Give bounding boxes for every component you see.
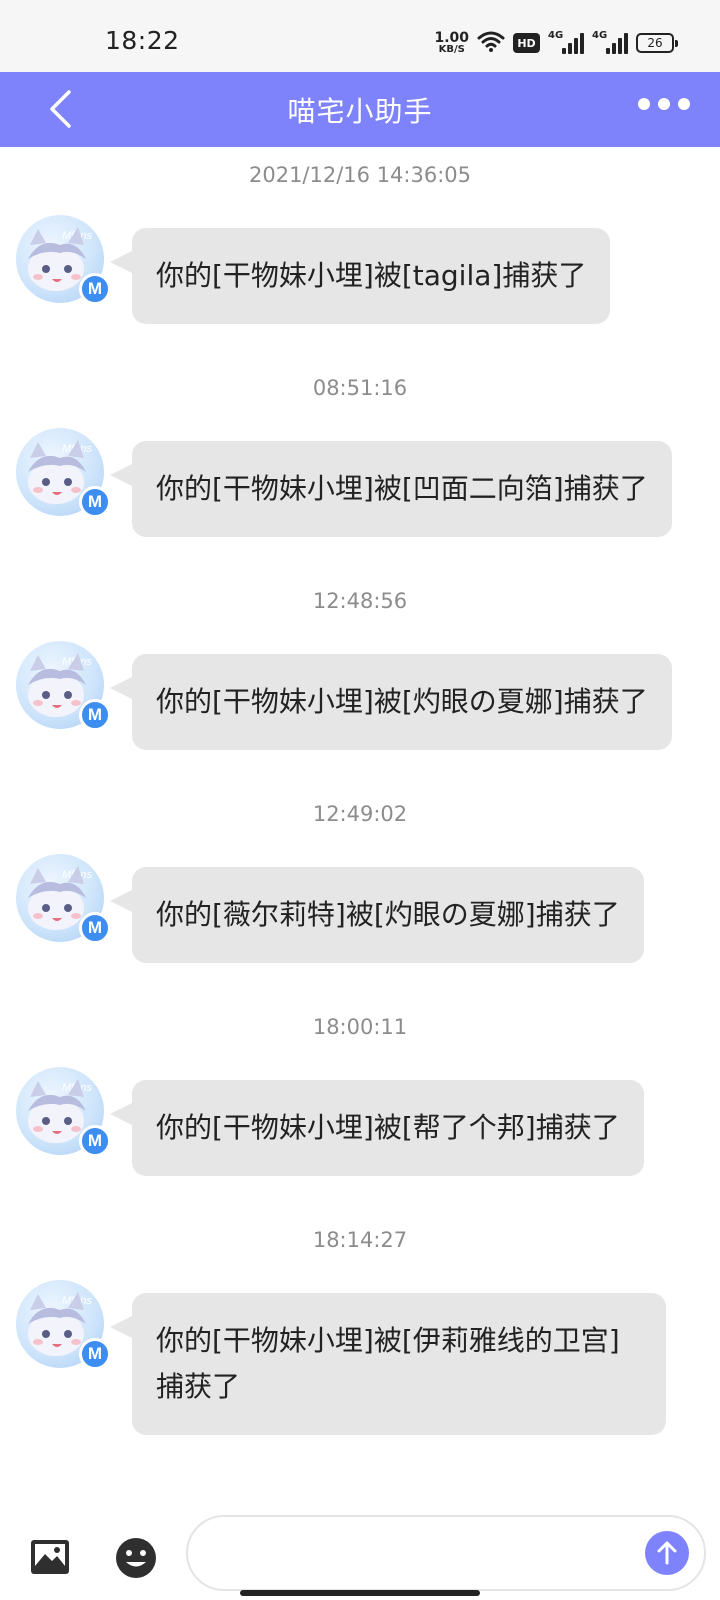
emoji-icon	[116, 1538, 156, 1578]
emoji-button[interactable]	[115, 1537, 157, 1579]
avatar[interactable]: Mfuns M	[16, 1280, 111, 1370]
hd-icon: HD	[513, 33, 540, 53]
message-row: Mfuns M 你的[干物妹小埋]被[灼眼の夏娜]捕获了	[16, 641, 720, 751]
m-badge: M	[79, 1125, 111, 1157]
message-bubble[interactable]: 你的[干物妹小埋]被[凹面二向箔]捕获了	[110, 441, 672, 537]
avatar[interactable]: Mfuns M	[16, 428, 111, 518]
avatar[interactable]: Mfuns M	[16, 1067, 111, 1157]
m-badge: M	[79, 912, 111, 944]
chat-header: 喵宅小助手	[0, 72, 720, 147]
message-timestamp: 12:49:02	[312, 802, 408, 826]
message-row: Mfuns M 你的[干物妹小埋]被[伊莉雅线的卫宫]捕获了	[16, 1280, 720, 1440]
signal-icon: 4G	[548, 30, 584, 54]
home-indicator[interactable]	[240, 1590, 480, 1596]
status-bar: 18:22 1.00 KB/S HD 4G 4G 26	[0, 0, 720, 72]
net-speed: 1.00 KB/S	[434, 31, 469, 55]
signal-label: 4G	[592, 30, 608, 41]
input-bar	[0, 1515, 720, 1600]
m-badge: M	[79, 1338, 111, 1370]
wifi-icon	[477, 30, 505, 56]
m-badge: M	[79, 273, 111, 305]
m-badge: M	[79, 699, 111, 731]
battery-icon: 26	[636, 33, 678, 53]
signal-icon: 4G	[592, 30, 628, 54]
message-bubble[interactable]: 你的[干物妹小埋]被[伊莉雅线的卫宫]捕获了	[110, 1293, 666, 1435]
image-button[interactable]	[30, 1539, 70, 1579]
signal-label: 4G	[548, 30, 564, 41]
page-title: 喵宅小助手	[287, 95, 433, 128]
status-time: 18:22	[105, 26, 180, 55]
message-row: Mfuns M 你的[薇尔莉特]被[灼眼の夏娜]捕获了	[16, 854, 720, 964]
arrow-up-icon	[657, 1541, 677, 1565]
status-icons: 1.00 KB/S HD 4G 4G 26	[434, 26, 678, 60]
message-input[interactable]	[186, 1515, 706, 1591]
avatar[interactable]: Mfuns M	[16, 215, 111, 305]
message-timestamp: 08:51:16	[312, 376, 408, 400]
message-row: Mfuns M 你的[干物妹小埋]被[帮了个邦]捕获了	[16, 1067, 720, 1177]
message-bubble[interactable]: 你的[干物妹小埋]被[tagila]捕获了	[109, 228, 611, 324]
avatar[interactable]: Mfuns M	[16, 854, 111, 944]
more-options-button[interactable]	[638, 98, 690, 110]
image-icon	[31, 1540, 69, 1574]
send-button[interactable]	[645, 1531, 689, 1575]
message-timestamp: 12:48:56	[312, 589, 408, 613]
message-row: Mfuns M 你的[干物妹小埋]被[凹面二向箔]捕获了	[16, 428, 720, 538]
message-row: Mfuns M 你的[干物妹小埋]被[tagila]捕获了	[16, 215, 720, 325]
more-dots-icon	[638, 98, 650, 110]
message-timestamp: 2021/12/16 14:36:05	[248, 163, 472, 187]
message-timestamp: 18:14:27	[312, 1228, 408, 1252]
message-list[interactable]: 2021/12/16 14:36:05 Mfuns M 你的[干物妹小埋]被[t…	[0, 147, 720, 1517]
message-bubble[interactable]: 你的[薇尔莉特]被[灼眼の夏娜]捕获了	[110, 867, 644, 963]
net-speed-unit: KB/S	[438, 44, 465, 55]
message-timestamp: 18:00:11	[312, 1015, 408, 1039]
net-speed-value: 1.00	[434, 30, 469, 46]
avatar[interactable]: Mfuns M	[16, 641, 111, 731]
m-badge: M	[79, 486, 111, 518]
message-bubble[interactable]: 你的[干物妹小埋]被[帮了个邦]捕获了	[110, 1080, 644, 1176]
message-bubble[interactable]: 你的[干物妹小埋]被[灼眼の夏娜]捕获了	[110, 654, 672, 750]
